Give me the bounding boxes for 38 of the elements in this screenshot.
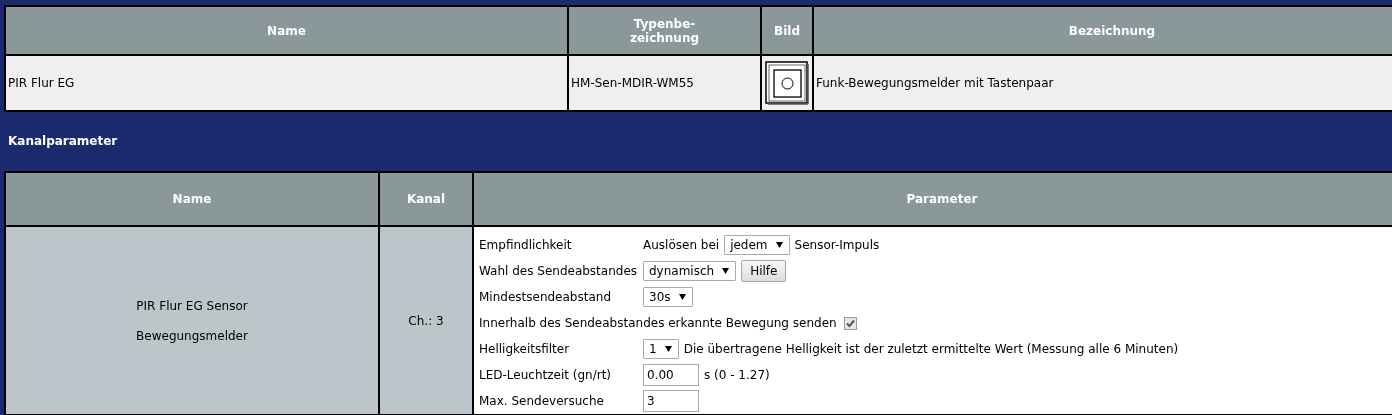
column-header: Kanal — [406, 192, 446, 206]
parameter-label: Mindestsendeabstand — [479, 290, 612, 304]
parameter-label: Max. Sendeversuche — [479, 394, 605, 408]
parameter-label: Empfindlichkeit — [479, 238, 573, 252]
column-header: Bild — [774, 23, 800, 38]
parameter-text: s (0 - 1.27) — [704, 368, 770, 382]
parameter-label: Wahl des Sendeabstandes — [479, 264, 638, 278]
column-header: Typenbe- zeichnung — [629, 16, 700, 45]
table-cell: PIR Flur EG — [8, 76, 75, 90]
caret-icon — [775, 242, 783, 248]
channel-name: PIR Flur EG Sensor — [135, 297, 249, 315]
input-field[interactable]: 0.00 — [643, 364, 699, 386]
channel-number: Ch.: 3 — [408, 313, 444, 328]
column-header: Name — [267, 23, 306, 38]
parameter-label: Helligkeitsfilter — [479, 342, 571, 356]
parameter-label: Innerhalb des Sendeabstandes erkannte Bewegung senden — [479, 316, 837, 330]
help-button[interactable]: Hilfe — [741, 260, 787, 282]
checkbox[interactable] — [843, 316, 857, 330]
dropdown[interactable]: jedem — [724, 235, 790, 255]
parameter-text: Sensor-Impuls — [794, 238, 880, 252]
table-cell: Funk-Bewegungsmelder mit Tastenpaar — [816, 76, 1054, 90]
channel-name: Bewegungsmelder — [135, 327, 249, 345]
caret-icon — [678, 294, 686, 300]
caret-icon — [664, 346, 672, 352]
column-header: Name — [172, 192, 212, 206]
dropdown[interactable]: dynamisch — [643, 261, 737, 281]
section-title: Kanalparameter — [8, 133, 118, 150]
parameter-text: Auslösen bei — [643, 238, 720, 252]
dropdown[interactable]: 30s — [643, 287, 693, 307]
input-field[interactable]: 3 — [643, 390, 699, 412]
caret-icon — [722, 268, 730, 274]
parameter-text: Die übertragene Helligkeit ist der zuletzt ermittelte Wert (Messung alle 6 Minuten) — [683, 342, 1179, 356]
column-header: Bezeichnung — [1068, 23, 1156, 38]
dropdown[interactable]: 1 — [643, 339, 679, 359]
device-icon — [765, 61, 809, 105]
parameter-label: LED-Leuchtzeit (gn/rt) — [479, 368, 612, 382]
table-cell: HM-Sen-MDIR-WM55 — [571, 76, 694, 90]
column-header: Parameter — [906, 192, 978, 206]
